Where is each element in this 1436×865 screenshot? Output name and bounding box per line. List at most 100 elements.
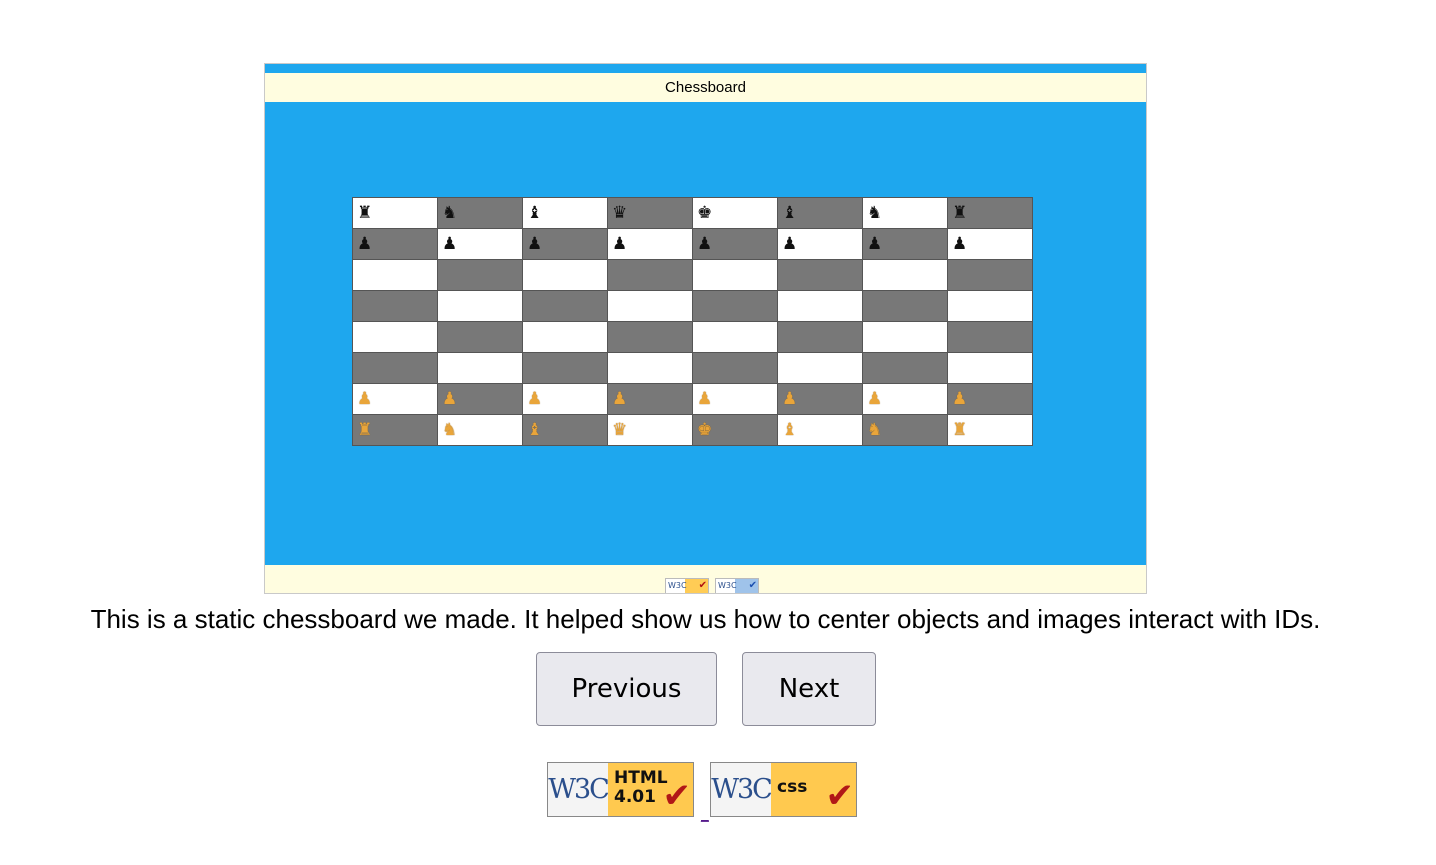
- board-square: [692, 259, 778, 291]
- black-pawn-icon: ♟: [697, 234, 713, 254]
- board-square: ♚: [692, 197, 778, 229]
- black-king-icon: ♚: [697, 203, 713, 223]
- board-rank: [352, 290, 1033, 322]
- black-pawn-icon: ♟: [612, 234, 628, 254]
- board-square: ♟: [607, 228, 693, 260]
- board-square: ♟: [607, 383, 693, 415]
- board-rank: ♟ ♟ ♟ ♟ ♟ ♟ ♟ ♟: [352, 383, 1033, 415]
- board-square: [352, 321, 438, 353]
- frame-body: ♜ ♞ ♝ ♛ ♚ ♝ ♞ ♜ ♟ ♟ ♟ ♟ ♟ ♟ ♟ ♟ ♟ ♟ ♟ ♟ ♟ ♟ ♟ ♟ ♜ ♞ ♝ ♛ ♚ ♝ ♞ ♜: [265, 102, 1146, 565]
- w3c-html-badge[interactable]: W3C HTML 4.01 ✔: [547, 762, 694, 817]
- chessboard-frame: Chessboard ♜ ♞ ♝ ♛ ♚ ♝ ♞ ♜ ♟ ♟ ♟ ♟ ♟ ♟ ♟ ♟ ♟ ♟ ♟ ♟ ♟ ♟ ♟ ♟ ♜ ♞ ♝ ♛ ♚…: [264, 63, 1147, 594]
- board-square: [692, 321, 778, 353]
- badge-line-1: HTML: [614, 768, 668, 788]
- w3c-logo: W3C: [711, 763, 773, 816]
- board-square: [862, 290, 948, 322]
- black-pawn-icon: ♟: [527, 234, 543, 254]
- board-square: ♛: [607, 414, 693, 446]
- white-pawn-icon: ♟: [782, 389, 798, 409]
- board-square: [437, 321, 523, 353]
- black-pawn-icon: ♟: [952, 234, 968, 254]
- board-square: ♜: [947, 414, 1033, 446]
- w3c-mini-logo: W3C: [668, 581, 687, 590]
- white-pawn-icon: ♟: [612, 389, 628, 409]
- board-square: [437, 259, 523, 291]
- board-square: ♝: [777, 197, 863, 229]
- board-square: [947, 290, 1033, 322]
- board-square: [862, 259, 948, 291]
- board-square: ♟: [352, 228, 438, 260]
- check-icon: ✔: [662, 776, 692, 816]
- board-square: ♜: [352, 197, 438, 229]
- board-square: [607, 321, 693, 353]
- white-queen-icon: ♛: [612, 420, 628, 440]
- board-square: [862, 352, 948, 384]
- board-square: [777, 290, 863, 322]
- board-square: ♜: [352, 414, 438, 446]
- white-pawn-icon: ♟: [867, 389, 883, 409]
- white-pawn-icon: ♟: [527, 389, 543, 409]
- board-square: ♞: [862, 197, 948, 229]
- white-pawn-icon: ♟: [952, 389, 968, 409]
- board-square: ♟: [437, 383, 523, 415]
- board-square: ♟: [862, 383, 948, 415]
- black-knight-icon: ♞: [867, 203, 883, 223]
- w3c-xhtml-mini-badge[interactable]: W3C ✔: [665, 578, 709, 593]
- next-button[interactable]: Next: [742, 652, 876, 726]
- badge-line-2: 4.01: [614, 787, 656, 807]
- white-rook-icon: ♜: [952, 420, 968, 440]
- board-square: ♟: [352, 383, 438, 415]
- board-square: ♟: [947, 228, 1033, 260]
- white-bishop-icon: ♝: [782, 420, 798, 440]
- board-square: [522, 290, 608, 322]
- w3c-css-mini-badge[interactable]: W3C ✔: [715, 578, 759, 593]
- board-square: ♞: [862, 414, 948, 446]
- w3c-css-badge[interactable]: W3C css ✔: [710, 762, 857, 817]
- white-king-icon: ♚: [697, 420, 713, 440]
- white-pawn-icon: ♟: [442, 389, 458, 409]
- white-pawn-icon: ♟: [357, 389, 373, 409]
- board-square: ♟: [862, 228, 948, 260]
- board-square: ♟: [692, 228, 778, 260]
- black-pawn-icon: ♟: [867, 234, 883, 254]
- check-icon: ✔: [825, 776, 855, 816]
- board-square: ♚: [692, 414, 778, 446]
- white-rook-icon: ♜: [357, 420, 373, 440]
- board-square: [947, 321, 1033, 353]
- board-square: [522, 259, 608, 291]
- frame-title: Chessboard: [265, 73, 1146, 102]
- board-square: [352, 290, 438, 322]
- board-square: ♟: [777, 383, 863, 415]
- check-icon: ✔: [748, 580, 757, 591]
- black-queen-icon: ♛: [612, 203, 628, 223]
- board-square: ♟: [947, 383, 1033, 415]
- black-bishop-icon: ♝: [527, 203, 543, 223]
- board-square: ♟: [777, 228, 863, 260]
- board-rank: [352, 321, 1033, 353]
- board-square: ♝: [522, 197, 608, 229]
- w3c-css-label: css: [777, 778, 807, 797]
- board-rank: ♜ ♞ ♝ ♛ ♚ ♝ ♞ ♜: [352, 414, 1033, 446]
- white-knight-icon: ♞: [442, 420, 458, 440]
- board-square: [352, 352, 438, 384]
- board-square: [862, 321, 948, 353]
- board-square: [607, 352, 693, 384]
- board-rank: [352, 259, 1033, 291]
- w3c-css-label-panel: css ✔: [771, 763, 856, 816]
- white-pawn-icon: ♟: [697, 389, 713, 409]
- previous-button[interactable]: Previous: [536, 652, 717, 726]
- trailing-link[interactable]: _: [701, 806, 709, 822]
- black-bishop-icon: ♝: [782, 203, 798, 223]
- board-square: [437, 290, 523, 322]
- board-square: ♛: [607, 197, 693, 229]
- board-square: ♟: [522, 228, 608, 260]
- w3c-logo: W3C: [548, 763, 610, 816]
- black-knight-icon: ♞: [442, 203, 458, 223]
- frame-footer: W3C ✔ W3C ✔: [265, 565, 1146, 593]
- board-rank: ♜ ♞ ♝ ♛ ♚ ♝ ♞ ♜: [352, 197, 1033, 229]
- board-square: [522, 321, 608, 353]
- black-pawn-icon: ♟: [782, 234, 798, 254]
- badge-line-1: css: [777, 777, 808, 797]
- board-square: [777, 321, 863, 353]
- black-pawn-icon: ♟: [442, 234, 458, 254]
